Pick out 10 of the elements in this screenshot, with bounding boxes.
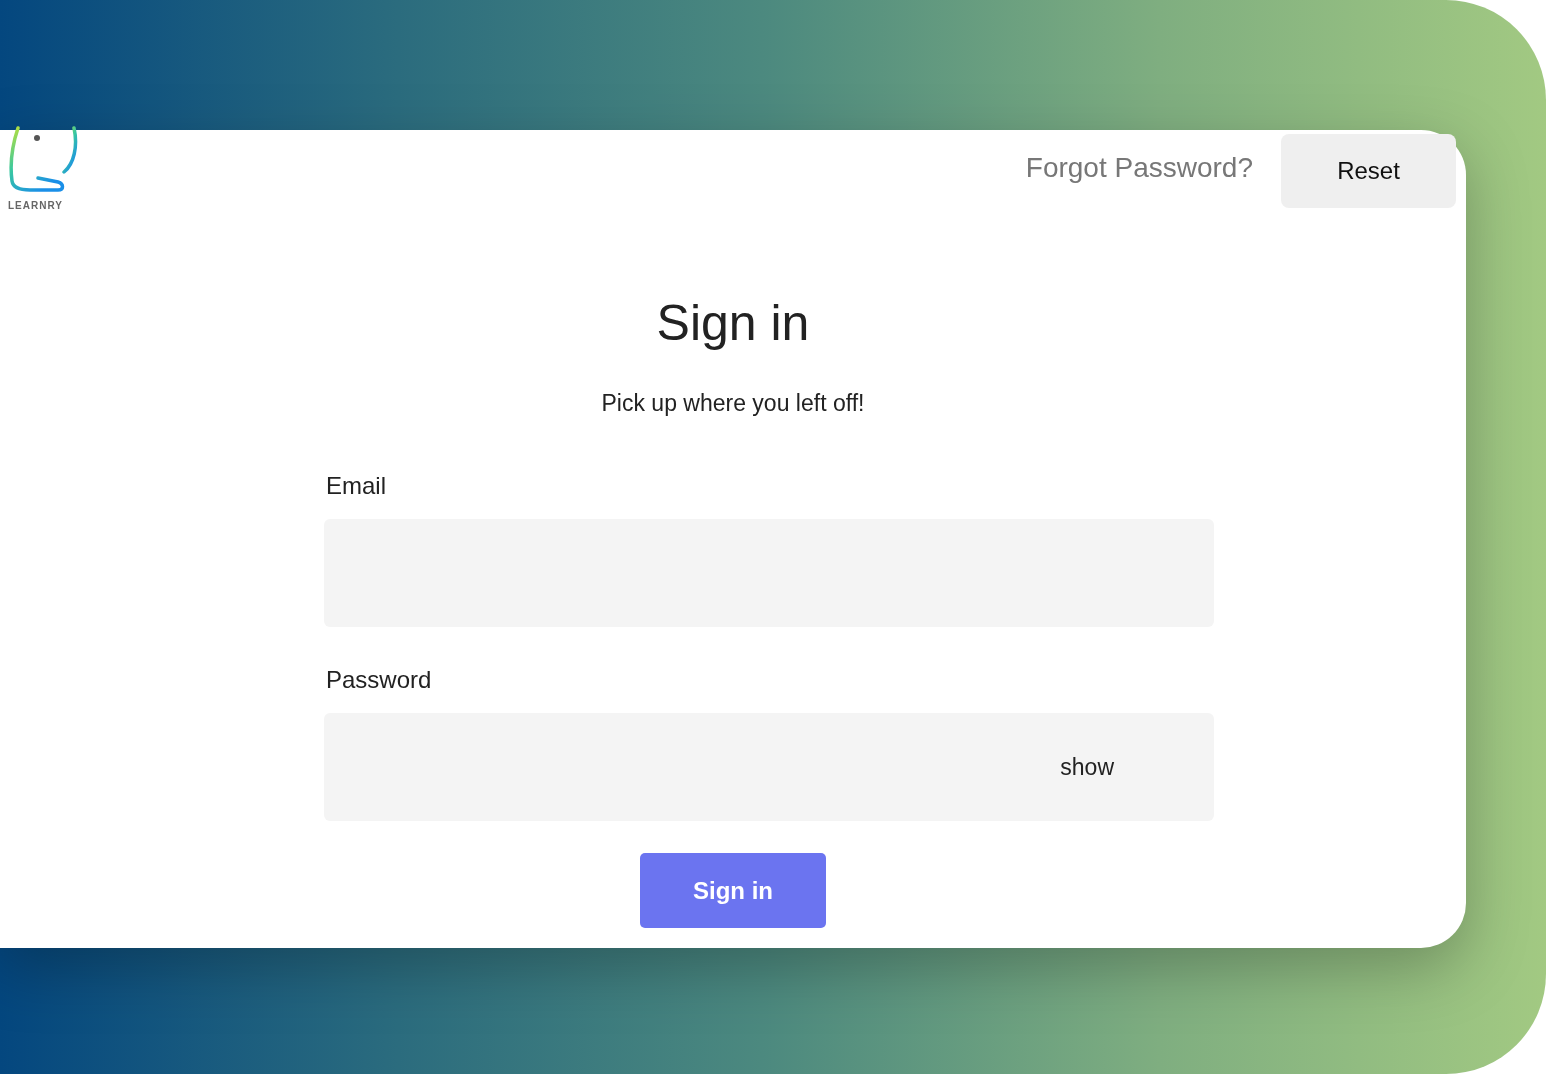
field-label: Password [326,665,433,695]
field-label: Email [326,471,387,501]
password-field[interactable]: show [324,713,1214,821]
logo-text: LEARNRY [8,200,63,212]
page-title: Sign in [656,294,810,353]
show-password-toggle[interactable]: show [1060,753,1114,781]
forgot-password-text: Forgot Password? [1025,152,1253,184]
reset-button[interactable]: Reset [1281,134,1456,208]
subtitle: Pick up where you left off! [601,390,865,417]
sign-in-button[interactable]: Sign in [640,853,826,928]
